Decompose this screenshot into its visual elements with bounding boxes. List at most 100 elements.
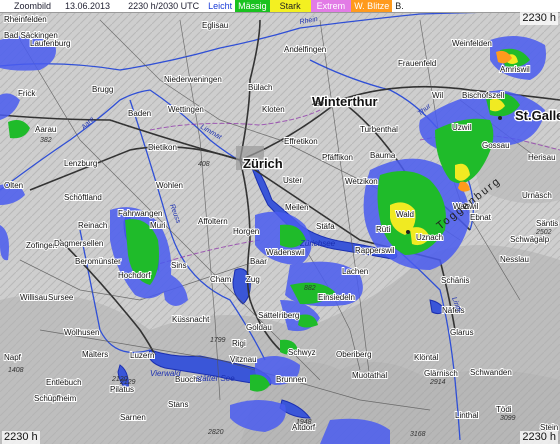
time-stamp-top-right: 2230 h <box>520 12 558 25</box>
place-label: Stäfa <box>316 222 335 231</box>
place-label: Napf <box>4 353 22 362</box>
lake-label: Zürichsee <box>299 239 336 248</box>
place-label: Schwägalp <box>510 235 550 244</box>
place-label: Brunnen <box>276 375 306 384</box>
place-label: Rüti <box>376 225 390 234</box>
lake-label: Vierwald <box>150 369 181 378</box>
elevation-label: 3168 <box>410 431 426 438</box>
place-label: Zug <box>246 275 260 284</box>
place-label: Olten <box>4 181 23 190</box>
place-label: Horgen <box>233 227 259 236</box>
place-label: Frauenfeld <box>398 59 436 68</box>
elevation-label: 1799 <box>210 337 226 344</box>
place-label: Lachen <box>342 267 368 276</box>
elevation-label: 2914 <box>429 379 446 386</box>
elevation-label: 408 <box>198 161 210 168</box>
elevation-label: 1408 <box>8 367 24 374</box>
place-label: Pfäffikon <box>322 153 353 162</box>
place-label: Baden <box>128 109 151 118</box>
radar-map: ZürichWinterthurSt.GallenBadenWettingenB… <box>0 0 560 444</box>
place-label: Nesslau <box>500 255 529 264</box>
place-label: Wettingen <box>168 105 204 114</box>
place-label: Brugg <box>92 85 113 94</box>
place-label: Willisau <box>20 293 48 302</box>
date-label: 13.06.2013 <box>65 1 111 11</box>
place-label: Sattel <box>258 311 279 320</box>
legend: Leicht Mässig Stark Extrem W. Blitze B. <box>205 0 407 12</box>
elevation-label: 2502 <box>535 229 552 236</box>
map-canvas: ZürichWinterthurSt.GallenBadenWettingenB… <box>0 0 560 444</box>
place-label: Dagmersellen <box>54 239 103 248</box>
elevation-label: 882 <box>304 285 316 292</box>
place-label: Muri <box>150 221 166 230</box>
place-label: Amriswil <box>500 65 530 74</box>
legend-extreme: Extrem <box>310 0 352 12</box>
place-label: Glärnisch <box>424 369 458 378</box>
place-label: Schwanden <box>470 368 512 377</box>
place-label: Laufenburg <box>30 39 70 48</box>
place-label: Beromünster <box>75 257 121 266</box>
place-label: St.Gallen <box>515 108 560 123</box>
time-stamp-bottom-right: 2230 h <box>520 431 558 444</box>
place-label: Effretikon <box>284 137 318 146</box>
place-label: Luzern <box>130 351 154 360</box>
place-label: Klöntal <box>414 353 439 362</box>
place-label: Aarau <box>35 125 56 134</box>
place-label: Stans <box>168 400 188 409</box>
place-label: Rheinfelden <box>4 15 47 24</box>
place-label: Sins <box>171 261 187 270</box>
elevation-label: 382 <box>40 137 52 144</box>
place-label: Pilatus <box>110 385 134 394</box>
place-label: Wetzikon <box>345 177 378 186</box>
elevation-label: 3099 <box>500 415 516 422</box>
place-label: Bülach <box>248 83 272 92</box>
place-label: Uster <box>283 176 302 185</box>
place-label: Goldau <box>246 323 272 332</box>
lake-label: stätter See <box>196 374 235 383</box>
place-label: Säntis <box>536 219 558 228</box>
elevation-label: 439 <box>312 101 324 108</box>
place-label: Rapperswil <box>355 246 395 255</box>
place-label: Frick <box>18 89 36 98</box>
place-label: Bauma <box>370 151 396 160</box>
place-label: Wolhusen <box>64 328 99 337</box>
place-label: Sursee <box>48 293 74 302</box>
place-label: Andelfingen <box>284 45 326 54</box>
place-label: Ebnat <box>470 213 492 222</box>
place-label: Wädenswil <box>266 248 305 257</box>
place-label: Niederweningen <box>164 75 222 84</box>
place-label: Sarnen <box>120 413 146 422</box>
place-label: Kloten <box>262 105 285 114</box>
place-label: Entlebuch <box>46 378 82 387</box>
place-label: Meilen <box>285 203 309 212</box>
place-label: Schänis <box>441 276 469 285</box>
place-label: Affoltern <box>198 217 228 226</box>
place-label: Küssnacht <box>172 315 210 324</box>
legend-lightning: W. Blitze <box>351 0 393 12</box>
place-label: Reinach <box>78 221 107 230</box>
legend-light: Leicht <box>205 0 236 12</box>
place-label: Vitznau <box>230 355 257 364</box>
place-label: Schöftland <box>64 193 102 202</box>
place-label: Schüpfheim <box>34 394 77 403</box>
mode-label: Zoombild <box>14 1 52 11</box>
place-label: Schwyz <box>288 348 316 357</box>
place-label: Urnäsch <box>522 191 552 200</box>
time-stamp-bottom-left: 2230 h <box>2 431 40 444</box>
elevation-label: 2820 <box>207 429 224 436</box>
place-label: Wil <box>432 91 443 100</box>
place-label: Zürich <box>243 156 283 171</box>
elevation-label: 1948 <box>296 419 312 426</box>
place-label: Baar <box>250 257 267 266</box>
place-label: Einsiedeln <box>318 293 355 302</box>
place-label: Fahrwangen <box>118 209 162 218</box>
place-label: Weinfelden <box>452 39 492 48</box>
legend-heavy: Stark <box>269 0 311 12</box>
place-label: Rigi <box>232 339 246 348</box>
place-label: Lenzburg <box>64 159 97 168</box>
place-label: Hochdorf <box>118 271 151 280</box>
time-label: 2230 h/2030 UTC <box>128 1 200 11</box>
place-label: Wohlen <box>156 181 183 190</box>
place-label: Dietikon <box>148 143 177 152</box>
header-bar: Zoombild 13.06.2013 2230 h/2030 UTC Leic… <box>0 0 560 13</box>
